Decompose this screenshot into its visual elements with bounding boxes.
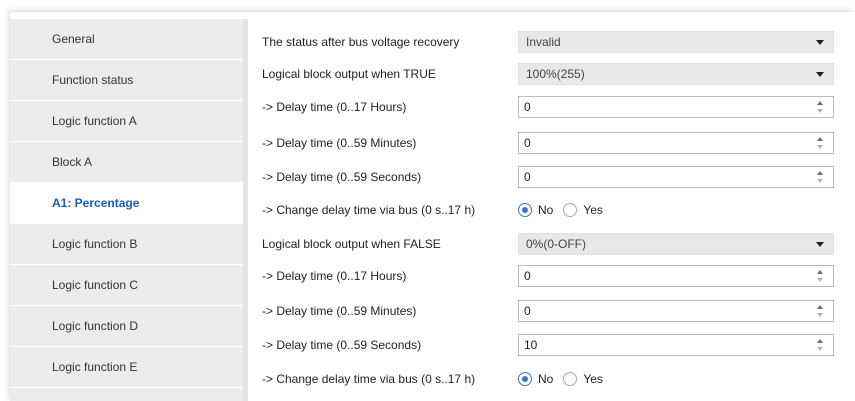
- output-true-select[interactable]: 100%(255): [518, 63, 834, 85]
- select-value: Invalid: [526, 35, 561, 49]
- radio-label: No: [538, 372, 554, 386]
- false-change-delay-radio-group: No Yes: [518, 370, 613, 388]
- param-label: Logical block output when FALSE: [262, 237, 441, 251]
- spinner-arrows-icon[interactable]: [817, 304, 825, 318]
- chevron-down-icon: [816, 72, 824, 77]
- radio-label: Yes: [583, 203, 603, 217]
- radio-no[interactable]: No: [518, 372, 553, 386]
- param-row-true-delay-minutes: -> Delay time (0..59 Minutes) 0: [262, 130, 837, 156]
- radio-yes[interactable]: Yes: [563, 203, 603, 217]
- stepper-value: 0: [524, 304, 531, 318]
- sidebar-item-label: Function status: [52, 73, 134, 87]
- sidebar-item-a1-percentage[interactable]: A1: Percentage: [10, 183, 248, 224]
- param-row-false-change-delay-via-bus: -> Change delay time via bus (0 s..17 h)…: [262, 366, 837, 392]
- spinner-arrows-icon[interactable]: [817, 136, 825, 150]
- radio-checked-icon[interactable]: [518, 203, 532, 217]
- sidebar-item-label: Logic function E: [52, 360, 138, 374]
- sidebar-item-label: Block A: [52, 155, 93, 169]
- param-label: -> Delay time (0..59 Seconds): [262, 338, 422, 352]
- param-row-output-false: Logical block output when FALSE 0%(0-OFF…: [262, 231, 837, 257]
- false-delay-seconds-stepper[interactable]: 10: [518, 334, 834, 356]
- stepper-value: 0: [524, 170, 531, 184]
- sidebar-nav: General Function status Logic function A…: [10, 19, 248, 401]
- true-change-delay-radio-group: No Yes: [518, 201, 613, 219]
- param-label: -> Delay time (0..59 Minutes): [262, 304, 417, 318]
- param-row-false-delay-hours: -> Delay time (0..17 Hours) 0: [262, 263, 837, 289]
- param-row-status-after-recovery: The status after bus voltage recovery In…: [262, 29, 837, 55]
- true-delay-hours-stepper[interactable]: 0: [518, 96, 834, 118]
- sidebar-item-logic-function-a[interactable]: Logic function A: [10, 101, 243, 142]
- param-row-true-delay-hours: -> Delay time (0..17 Hours) 0: [262, 94, 837, 120]
- radio-unchecked-icon[interactable]: [563, 203, 578, 217]
- chevron-down-icon: [816, 40, 824, 45]
- spinner-arrows-icon[interactable]: [817, 338, 825, 352]
- param-row-output-true: Logical block output when TRUE 100%(255): [262, 61, 837, 87]
- param-label: -> Delay time (0..17 Hours): [262, 100, 407, 114]
- param-label: The status after bus voltage recovery: [262, 35, 460, 49]
- chevron-down-icon: [816, 242, 824, 247]
- select-value: 0%(0-OFF): [526, 237, 586, 251]
- false-delay-hours-stepper[interactable]: 0: [518, 265, 834, 287]
- param-row-false-delay-seconds: -> Delay time (0..59 Seconds) 10: [262, 332, 837, 358]
- status-after-recovery-select[interactable]: Invalid: [518, 31, 834, 53]
- select-value: 100%(255): [526, 67, 585, 81]
- param-row-false-delay-minutes: -> Delay time (0..59 Minutes) 0: [262, 298, 837, 324]
- radio-unchecked-icon[interactable]: [563, 372, 578, 386]
- sidebar-item-block-a[interactable]: Block A: [10, 142, 243, 183]
- sidebar-item-function-status[interactable]: Function status: [10, 60, 243, 101]
- radio-label: Yes: [583, 372, 603, 386]
- param-label: -> Delay time (0..59 Seconds): [262, 170, 422, 184]
- sidebar-item-logic-function-b[interactable]: Logic function B: [10, 224, 243, 265]
- sidebar-item-label: Logic function B: [52, 237, 138, 251]
- spinner-arrows-icon[interactable]: [817, 100, 825, 114]
- param-label: -> Change delay time via bus (0 s..17 h): [262, 372, 476, 386]
- param-label: -> Delay time (0..59 Minutes): [262, 136, 417, 150]
- true-delay-seconds-stepper[interactable]: 0: [518, 166, 834, 188]
- stepper-value: 0: [524, 100, 531, 114]
- sidebar-item-label: Logic function A: [52, 114, 137, 128]
- param-label: Logical block output when TRUE: [262, 67, 436, 81]
- true-delay-minutes-stepper[interactable]: 0: [518, 132, 834, 154]
- stepper-value: 0: [524, 136, 531, 150]
- radio-label: No: [538, 203, 554, 217]
- sidebar-item-label: General: [52, 32, 95, 46]
- sidebar-item-label: Logic function C: [52, 278, 139, 292]
- panel-divider: [243, 19, 248, 401]
- sidebar-item-label: Logic function D: [52, 319, 139, 333]
- param-row-true-delay-seconds: -> Delay time (0..59 Seconds) 0: [262, 164, 837, 190]
- param-label: -> Change delay time via bus (0 s..17 h): [262, 203, 476, 217]
- radio-yes[interactable]: Yes: [563, 372, 603, 386]
- stepper-value: 10: [524, 338, 538, 352]
- spinner-arrows-icon[interactable]: [817, 269, 825, 283]
- sidebar-item-logic-function-d[interactable]: Logic function D: [10, 306, 243, 347]
- param-row-true-change-delay-via-bus: -> Change delay time via bus (0 s..17 h)…: [262, 197, 837, 223]
- false-delay-minutes-stepper[interactable]: 0: [518, 300, 834, 322]
- radio-checked-icon[interactable]: [518, 372, 532, 386]
- sidebar-item-label: A1: Percentage: [52, 196, 140, 210]
- spinner-arrows-icon[interactable]: [817, 170, 825, 184]
- sidebar-item-logic-function-c[interactable]: Logic function C: [10, 265, 243, 306]
- param-label: -> Delay time (0..17 Hours): [262, 269, 407, 283]
- sidebar-item-logic-function-e[interactable]: Logic function E: [10, 347, 243, 388]
- radio-no[interactable]: No: [518, 203, 553, 217]
- sidebar-item-general[interactable]: General: [10, 19, 243, 60]
- stepper-value: 0: [524, 269, 531, 283]
- output-false-select[interactable]: 0%(0-OFF): [518, 233, 834, 255]
